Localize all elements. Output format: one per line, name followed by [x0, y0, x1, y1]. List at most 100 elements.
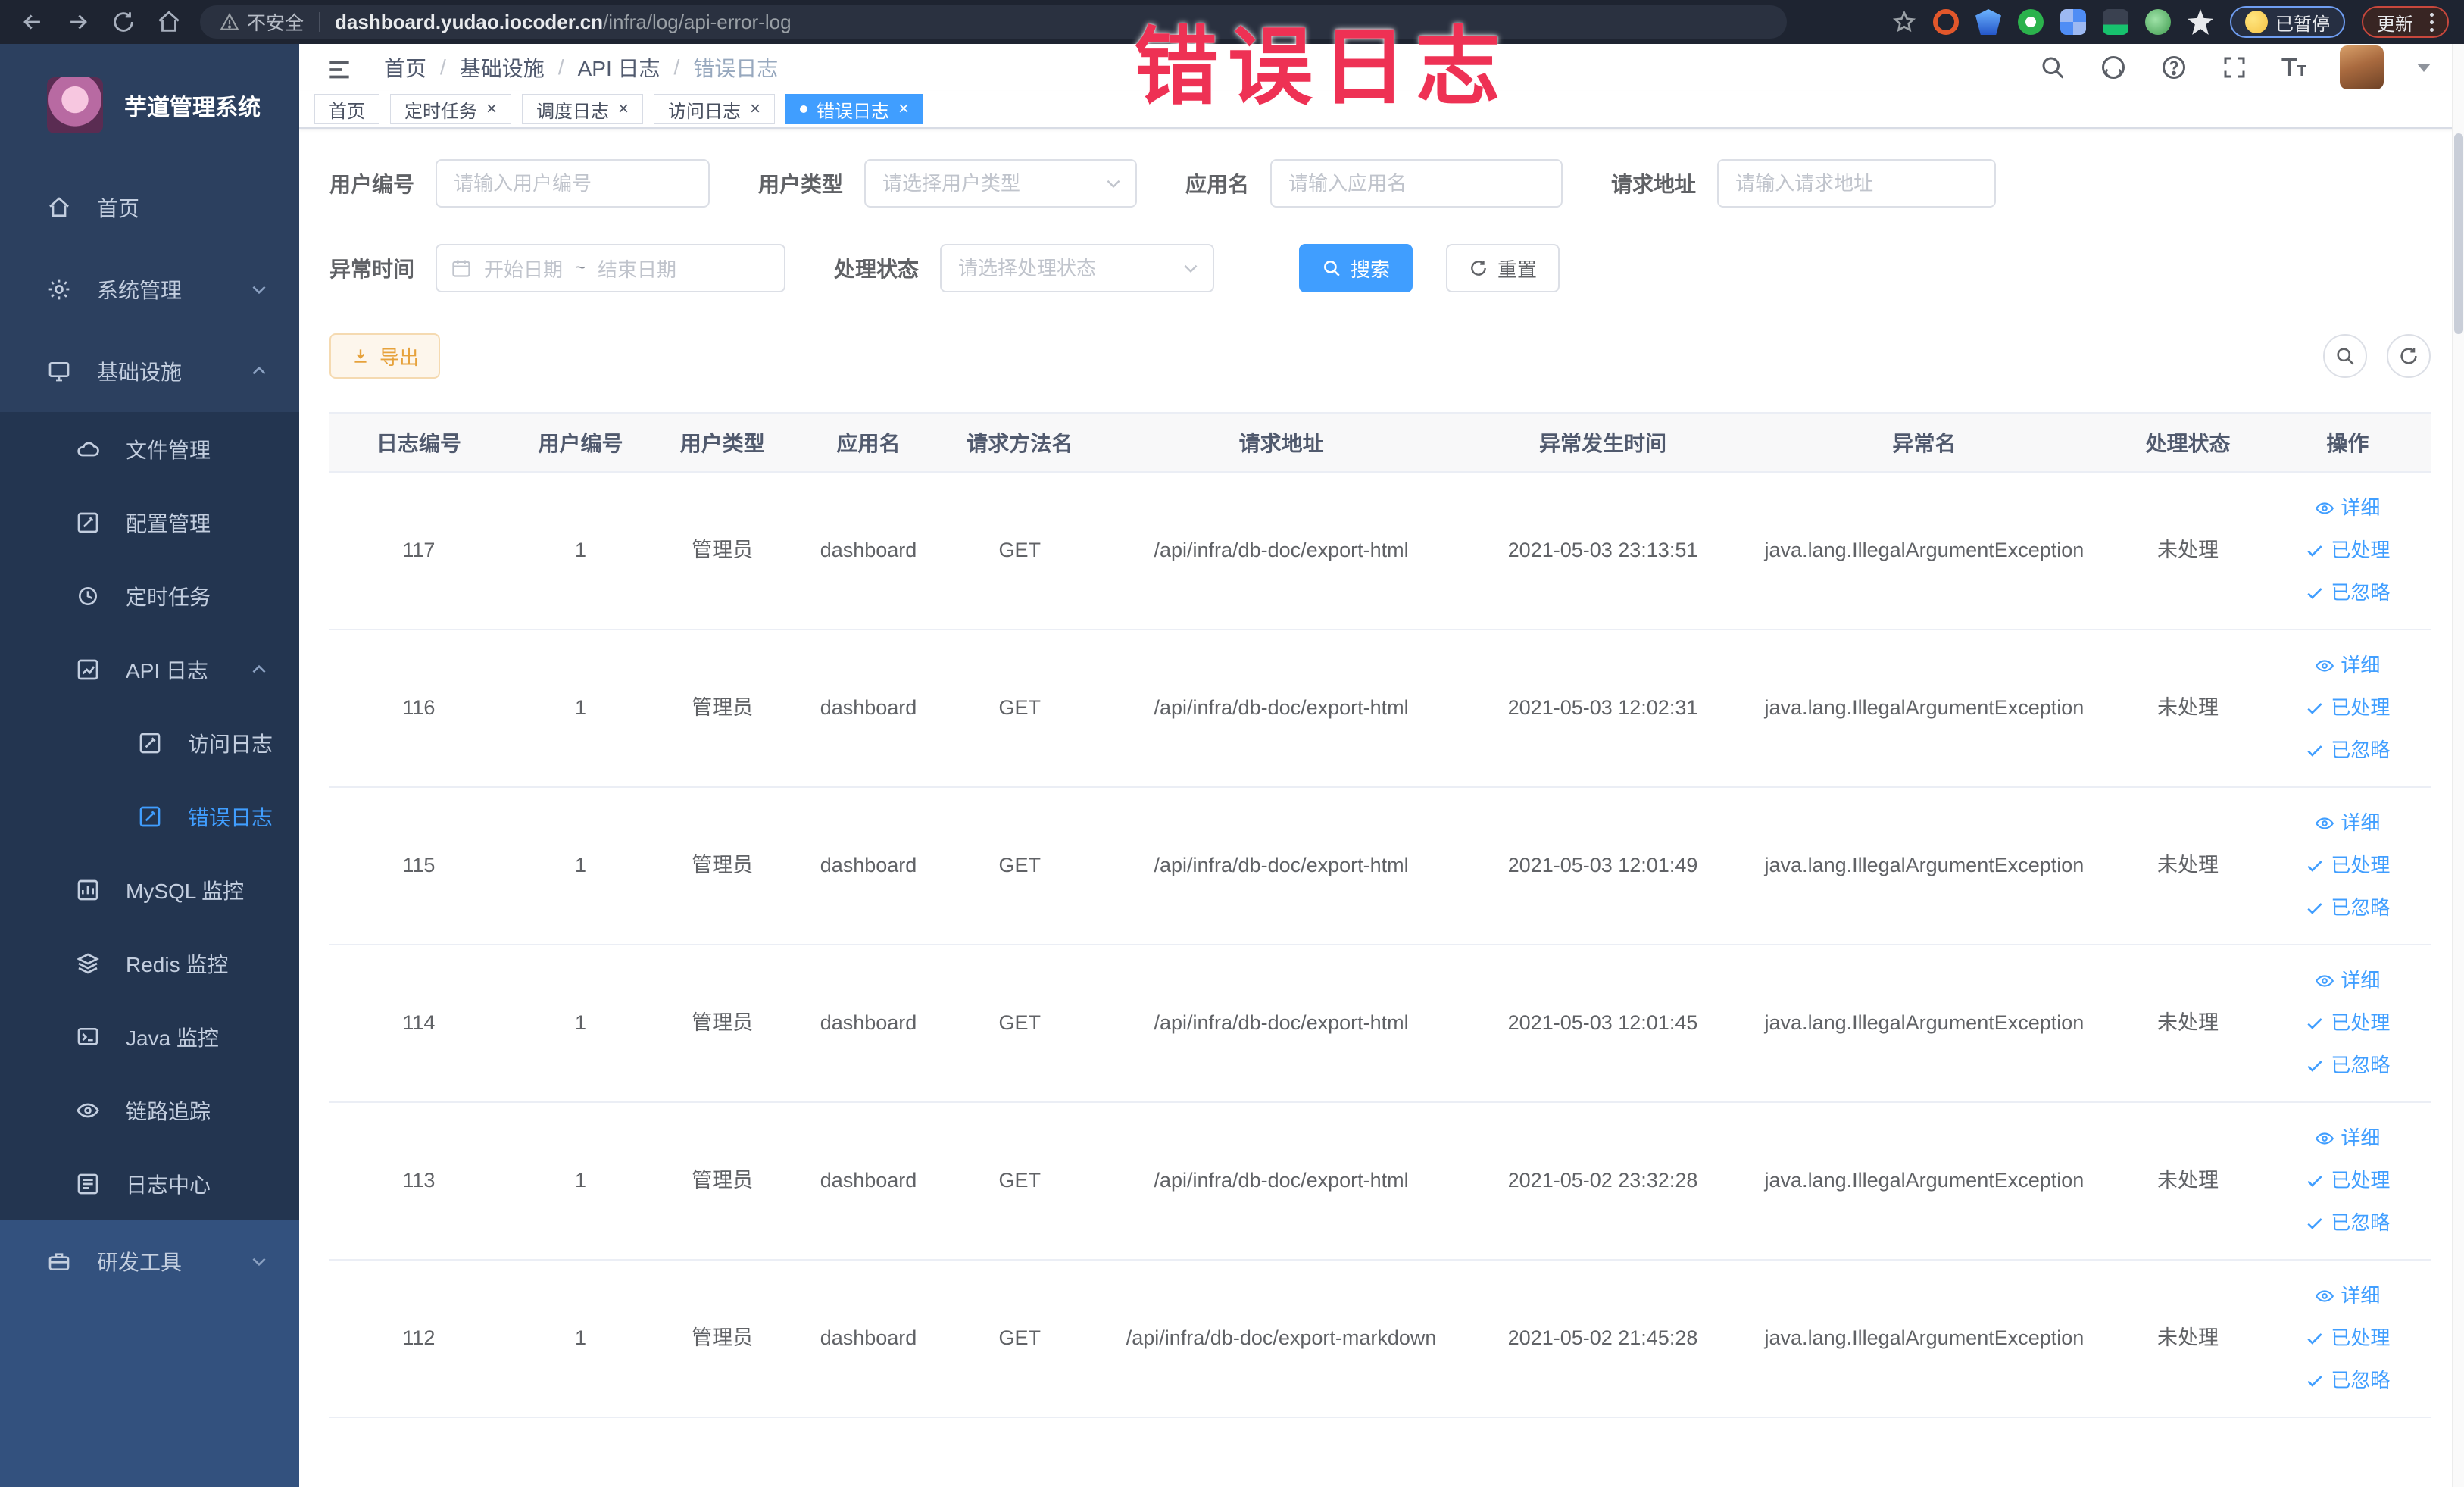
close-icon[interactable]: ×	[898, 100, 909, 118]
address-bar[interactable]: 不安全 dashboard.yudao.iocoder.cn /infra/lo…	[200, 5, 1787, 39]
sidebar-item-api-log[interactable]: API 日志	[0, 633, 299, 706]
user-type-select[interactable]	[864, 159, 1138, 208]
user-avatar[interactable]	[2340, 45, 2384, 89]
help-icon[interactable]	[2160, 54, 2188, 81]
url-domain[interactable]: dashboard.yudao.iocoder.cn	[335, 11, 603, 34]
mark-ignored-link[interactable]: 已忽略	[2305, 1209, 2390, 1238]
sidebar-item-label: API 日志	[126, 658, 208, 683]
window-scrollbar[interactable]	[2452, 44, 2464, 1487]
reset-button[interactable]: 重置	[1446, 244, 1560, 292]
mark-processed-link[interactable]: 已处理	[2305, 851, 2390, 880]
page-content: 用户编号 用户类型 应用名 请求地址	[299, 129, 2464, 1487]
detail-link[interactable]: 详细	[2315, 967, 2380, 995]
extension-icon-7[interactable]	[2188, 9, 2213, 35]
extension-icon-5[interactable]	[2103, 9, 2128, 35]
chrome-update-button[interactable]: 更新	[2362, 6, 2449, 38]
sidebar-item-infrastructure[interactable]: 基础设施	[0, 330, 299, 412]
exception-time-range-picker[interactable]: 开始日期 ~ 结束日期	[436, 244, 786, 292]
fullscreen-icon[interactable]	[2221, 54, 2248, 81]
mark-ignored-link[interactable]: 已忽略	[2305, 894, 2390, 923]
tab-error-log-active[interactable]: 错误日志 ×	[785, 94, 924, 124]
sidebar-item-log-center[interactable]: 日志中心	[0, 1147, 299, 1220]
extension-icon-6[interactable]	[2145, 9, 2171, 35]
col-exception-name: 异常名	[1892, 432, 1957, 455]
mark-ignored-link[interactable]: 已忽略	[2305, 579, 2390, 608]
sidebar-item-trace[interactable]: 链路追踪	[0, 1073, 299, 1147]
breadcrumb-item[interactable]: 基础设施	[460, 52, 545, 83]
process-status-select[interactable]	[940, 244, 1215, 292]
mark-ignored-link[interactable]: 已忽略	[2305, 1051, 2390, 1080]
detail-link[interactable]: 详细	[2315, 809, 2380, 838]
export-button[interactable]: 导出	[329, 333, 441, 379]
sidebar-item-label: 配置管理	[126, 511, 211, 536]
app-title: 芋道管理系统	[124, 95, 261, 120]
table-row: 116 1 管理员 dashboard GET /api/infra/db-do…	[329, 630, 2431, 788]
extension-icon-1[interactable]	[1933, 9, 1959, 35]
sidebar-item-system[interactable]: 系统管理	[0, 248, 299, 330]
mark-processed-link[interactable]: 已处理	[2305, 1324, 2390, 1353]
breadcrumb-item[interactable]: API 日志	[578, 52, 661, 83]
log-icon	[138, 731, 162, 755]
avatar-caret-icon[interactable]	[2417, 63, 2431, 72]
extension-icon-4[interactable]	[2060, 9, 2086, 35]
profile-paused-chip[interactable]: 已暂停	[2230, 6, 2345, 38]
close-icon[interactable]: ×	[750, 100, 760, 118]
sidebar-item-redis-monitor[interactable]: Redis 监控	[0, 926, 299, 1000]
toggle-search-button[interactable]	[2323, 334, 2367, 378]
forward-icon[interactable]	[65, 9, 91, 35]
mark-ignored-link[interactable]: 已忽略	[2305, 1367, 2390, 1395]
scrollbar-thumb[interactable]	[2454, 133, 2463, 334]
back-icon[interactable]	[20, 9, 45, 35]
reload-icon[interactable]	[111, 9, 136, 35]
detail-link[interactable]: 详细	[2315, 494, 2380, 523]
cell-method: GET	[998, 696, 1041, 720]
extension-icon-3[interactable]	[2018, 9, 2044, 35]
app-name-input[interactable]	[1270, 159, 1563, 208]
table-row: 114 1 管理员 dashboard GET /api/infra/db-do…	[329, 945, 2431, 1103]
request-url-input[interactable]	[1717, 159, 1997, 208]
mark-processed-link[interactable]: 已处理	[2305, 694, 2390, 723]
user-type-label: 用户类型	[758, 173, 844, 196]
detail-link[interactable]: 详细	[2315, 651, 2380, 680]
app-logo[interactable]: 芋道管理系统	[0, 44, 299, 167]
sidebar-item-mysql-monitor[interactable]: MySQL 监控	[0, 853, 299, 926]
cell-request-url: /api/infra/db-doc/export-html	[1154, 1169, 1409, 1192]
sidebar-item-home[interactable]: 首页	[0, 167, 299, 248]
user-id-input[interactable]	[436, 159, 710, 208]
tab-access-log[interactable]: 访问日志 ×	[654, 94, 776, 124]
security-label[interactable]: 不安全	[247, 8, 304, 36]
mark-processed-link[interactable]: 已处理	[2305, 1167, 2390, 1195]
search-icon[interactable]	[2039, 54, 2066, 81]
sidebar-item-access-log[interactable]: 访问日志	[0, 706, 299, 779]
refresh-table-button[interactable]	[2387, 334, 2431, 378]
home-icon[interactable]	[156, 9, 182, 35]
detail-link[interactable]: 详细	[2315, 1282, 2380, 1310]
sidebar-item-devtools[interactable]: 研发工具	[0, 1220, 299, 1302]
sidebar-item-config-management[interactable]: 配置管理	[0, 486, 299, 559]
detail-link[interactable]: 详细	[2315, 1124, 2380, 1153]
github-icon[interactable]	[2100, 54, 2127, 81]
sidebar-item-java-monitor[interactable]: Java 监控	[0, 1000, 299, 1073]
sidebar-item-file-management[interactable]: 文件管理	[0, 412, 299, 486]
extension-icon-2[interactable]	[1975, 9, 2001, 35]
tab-scheduled-jobs[interactable]: 定时任务 ×	[390, 94, 512, 124]
cell-app-name: dashboard	[820, 539, 917, 562]
tab-schedule-log[interactable]: 调度日志 ×	[522, 94, 644, 124]
bookmark-star-icon[interactable]	[1892, 10, 1916, 34]
mark-ignored-link[interactable]: 已忽略	[2305, 736, 2390, 765]
browser-menu-icon[interactable]	[2430, 12, 2434, 32]
close-icon[interactable]: ×	[486, 100, 497, 118]
search-button[interactable]: 搜索	[1299, 244, 1413, 292]
mark-processed-link[interactable]: 已处理	[2305, 1009, 2390, 1038]
mark-processed-link[interactable]: 已处理	[2305, 536, 2390, 565]
breadcrumb-item[interactable]: 首页	[384, 52, 426, 83]
sidebar-item-error-log[interactable]: 错误日志	[0, 779, 299, 853]
sidebar-item-scheduled-jobs[interactable]: 定时任务	[0, 559, 299, 633]
sidebar-collapse-icon[interactable]	[325, 55, 354, 80]
tab-home[interactable]: 首页	[314, 94, 379, 124]
close-icon[interactable]: ×	[618, 100, 629, 118]
font-size-icon[interactable]: TT	[2281, 55, 2306, 80]
url-path[interactable]: /infra/log/api-error-log	[603, 11, 792, 34]
eye-icon	[2316, 975, 2334, 987]
sidebar-item-label: 基础设施	[97, 361, 183, 384]
